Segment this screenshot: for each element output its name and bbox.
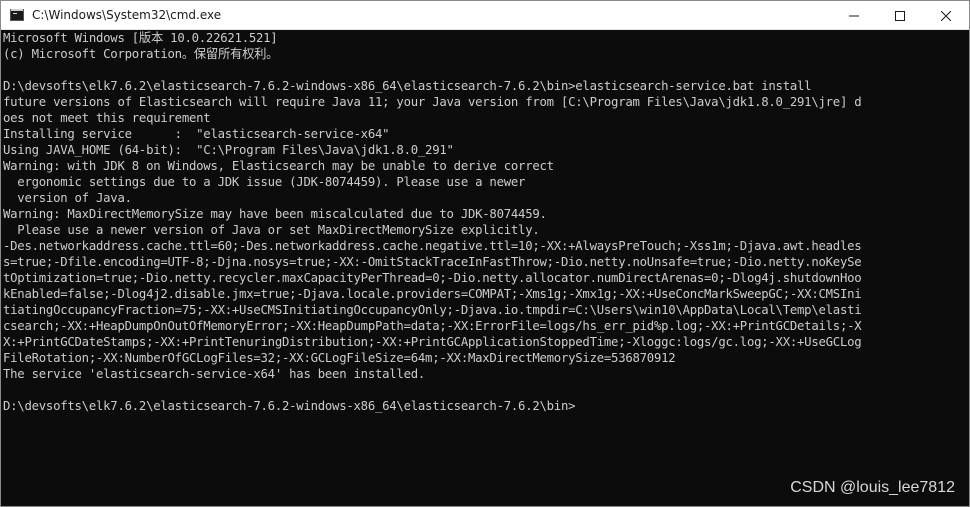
- terminal-line: The service 'elasticsearch-service-x64' …: [3, 367, 426, 381]
- title-bar[interactable]: C:\Windows\System32\cmd.exe: [1, 1, 969, 30]
- terminal-line: Warning: with JDK 8 on Windows, Elastics…: [3, 159, 554, 173]
- maximize-button[interactable]: [877, 1, 923, 30]
- terminal-line: Installing service : "elasticsearch-serv…: [3, 127, 390, 141]
- terminal-line: oes not meet this requirement: [3, 111, 211, 125]
- minimize-button[interactable]: [831, 1, 877, 30]
- terminal-line: Warning: MaxDirectMemorySize may have be…: [3, 207, 547, 221]
- terminal-line: FileRotation;-XX:NumberOfGCLogFiles=32;-…: [3, 351, 676, 365]
- cmd-icon[interactable]: [10, 9, 24, 21]
- terminal-line: kEnabled=false;-Dlog4j2.disable.jmx=true…: [3, 287, 862, 301]
- terminal-line: Microsoft Windows [版本 10.0.22621.521]: [3, 31, 278, 45]
- close-icon: [941, 10, 951, 21]
- terminal-line: X:+PrintGCDateStamps;-XX:+PrintTenuringD…: [3, 335, 862, 349]
- terminal-line: s=true;-Dfile.encoding=UTF-8;-Djna.nosys…: [3, 255, 862, 269]
- terminal-line: Using JAVA_HOME (64-bit): "C:\Program Fi…: [3, 143, 454, 157]
- terminal-line: future versions of Elasticsearch will re…: [3, 95, 862, 109]
- terminal-line: (c) Microsoft Corporation。保留所有权利。: [3, 47, 279, 61]
- terminal-line: tOptimization=true;-Dio.netty.recycler.m…: [3, 271, 862, 285]
- terminal-line: ergonomic settings due to a JDK issue (J…: [3, 175, 526, 189]
- maximize-icon: [895, 10, 905, 21]
- terminal-line: csearch;-XX:+HeapDumpOnOutOfMemoryError;…: [3, 319, 862, 333]
- terminal-line: version of Java.: [3, 191, 132, 205]
- window-controls: [831, 1, 969, 30]
- terminal-line: D:\devsofts\elk7.6.2\elasticsearch-7.6.2…: [3, 79, 812, 93]
- terminal-line: D:\devsofts\elk7.6.2\elasticsearch-7.6.2…: [3, 399, 576, 413]
- terminal-line: tiatingOccupancyFraction=75;-XX:+UseCMSI…: [3, 303, 862, 317]
- terminal-output[interactable]: Microsoft Windows [版本 10.0.22621.521] (c)…: [1, 30, 969, 506]
- terminal-line: -Des.networkaddress.cache.ttl=60;-Des.ne…: [3, 239, 862, 253]
- window-title: C:\Windows\System32\cmd.exe: [32, 8, 222, 22]
- cmd-window: C:\Windows\System32\cmd.exe Microsoft Wi…: [0, 0, 970, 507]
- watermark: CSDN @louis_lee7812: [790, 479, 955, 496]
- minimize-icon: [849, 15, 859, 16]
- close-button[interactable]: [923, 1, 969, 30]
- terminal-line: Please use a newer version of Java or se…: [3, 223, 540, 237]
